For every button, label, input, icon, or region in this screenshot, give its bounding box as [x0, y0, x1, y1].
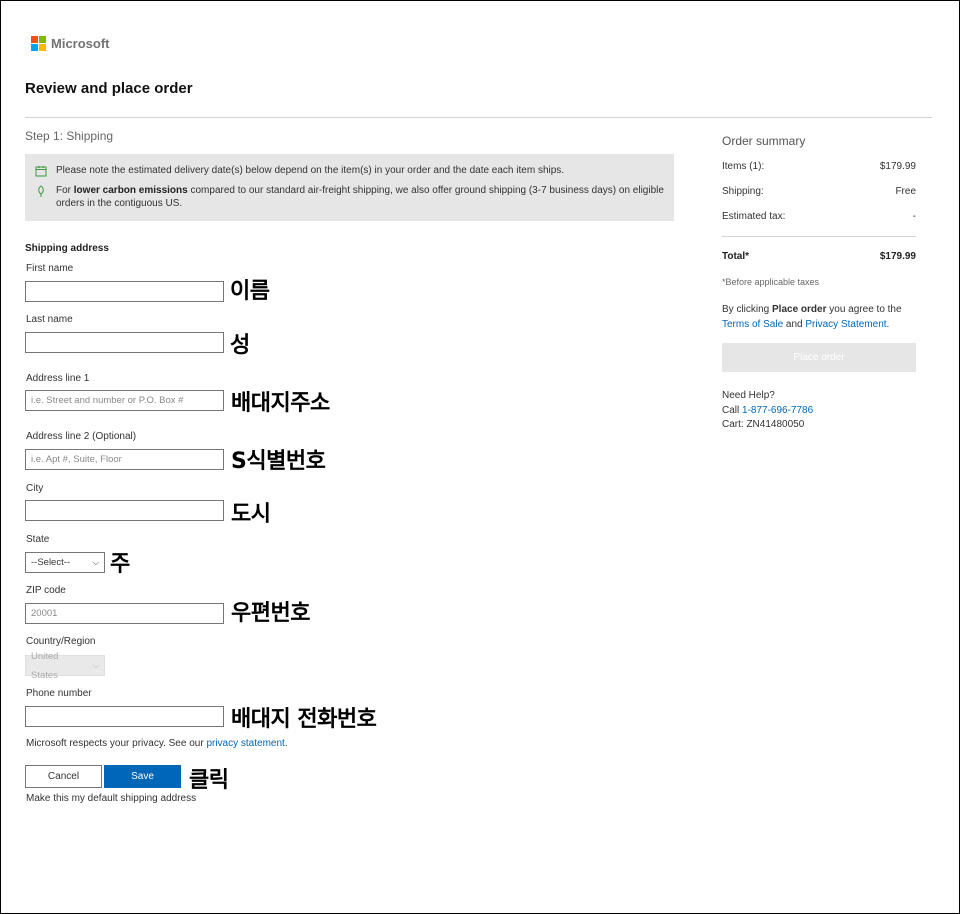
summary-privacy-statement-link[interactable]: Privacy Statement	[805, 319, 886, 330]
step-heading: Step 1: Shipping	[25, 129, 114, 143]
city-annotation: 도시	[231, 502, 271, 527]
summary-shipping-value: Free	[895, 186, 916, 197]
zip-code-label: ZIP code	[26, 585, 66, 596]
city-label: City	[26, 483, 44, 494]
summary-tax-value: -	[912, 211, 916, 222]
address-line-1-annotation: 배대지주소	[231, 391, 330, 416]
agree-prefix: By clicking	[722, 304, 773, 315]
state-select[interactable]: --Select-- ⌵	[25, 552, 105, 573]
chevron-down-icon: ⌵	[92, 558, 99, 567]
summary-items-row: Items (1): $179.99	[722, 161, 916, 172]
page-title: Review and place order	[25, 80, 193, 97]
last-name-annotation: 성	[230, 333, 250, 358]
microsoft-logo-icon	[31, 36, 46, 51]
summary-total-label: Total*	[722, 251, 750, 262]
privacy-notice-period: .	[284, 738, 288, 749]
shipping-address-heading: Shipping address	[25, 243, 109, 254]
phone-label: Phone number	[26, 688, 92, 699]
state-annotation: 주	[110, 552, 130, 577]
order-summary-title: Order summary	[722, 134, 806, 148]
address-line-1-input[interactable]: i.e. Street and number or P.O. Box #	[25, 390, 224, 411]
privacy-statement-link[interactable]: privacy statement	[206, 738, 284, 749]
notice-carbon-prefix: For	[56, 185, 74, 196]
summary-total-value: $179.99	[879, 251, 916, 262]
country-label: Country/Region	[26, 636, 96, 647]
address-line-2-input[interactable]: i.e. Apt #, Suite, Floor	[25, 449, 224, 470]
summary-items-value: $179.99	[879, 161, 916, 172]
tax-note: *Before applicable taxes	[722, 277, 820, 287]
last-name-input[interactable]	[25, 332, 224, 353]
summary-tax-row: Estimated tax: -	[722, 211, 916, 222]
agree-mid: you agree to the	[826, 304, 902, 315]
cart-label: Cart:	[722, 419, 744, 430]
chevron-down-icon: ⌵	[92, 661, 99, 670]
cart-line: Cart: ZN41480050	[722, 418, 813, 433]
last-name-label: Last name	[26, 314, 73, 325]
agree-period: .	[886, 319, 890, 330]
terms-of-sale-link[interactable]: Terms of Sale	[722, 319, 783, 330]
help-section: Need Help? Call 1-877-696-7786 Cart: ZN4…	[722, 389, 813, 433]
notice-line-carbon: For lower carbon emissions compared to o…	[35, 184, 664, 210]
call-line: Call 1-877-696-7786	[722, 404, 813, 419]
city-input[interactable]	[25, 500, 224, 521]
summary-shipping-row: Shipping: Free	[722, 186, 916, 197]
summary-divider	[722, 236, 916, 237]
address-line-2-label: Address line 2 (Optional)	[26, 431, 137, 442]
phone-annotation: 배대지 전화번호	[231, 707, 377, 732]
first-name-label: First name	[26, 263, 74, 274]
country-select: United States ⌵	[25, 651, 105, 681]
state-label: State	[26, 534, 50, 545]
first-name-annotation: 이름	[230, 279, 270, 304]
privacy-notice-text: Microsoft respects your privacy. See our	[26, 738, 207, 749]
notice-delivery-text: Please note the estimated delivery date(…	[56, 165, 565, 176]
place-order-button[interactable]: Place order	[722, 343, 916, 372]
country-select-value: United States	[31, 650, 59, 681]
privacy-notice: Microsoft respects your privacy. See our…	[26, 738, 288, 749]
shipping-notice: Please note the estimated delivery date(…	[25, 154, 674, 221]
header-divider	[25, 117, 932, 118]
state-select-value: --Select--	[31, 557, 71, 568]
save-annotation: 클릭	[189, 768, 229, 793]
call-label: Call	[722, 404, 740, 416]
summary-tax-label: Estimated tax:	[722, 211, 786, 222]
agree-bold: Place order	[772, 304, 827, 315]
notice-line-delivery: Please note the estimated delivery date(…	[35, 164, 664, 177]
calendar-icon	[35, 166, 47, 177]
zip-code-annotation: 우편번호	[231, 601, 310, 626]
zip-code-input[interactable]: 20001	[25, 603, 224, 624]
summary-items-label: Items (1):	[722, 161, 765, 172]
default-shipping-address-text: Make this my default shipping address	[26, 793, 197, 804]
agree-and: and	[785, 319, 803, 330]
cart-id: ZN41480050	[746, 419, 805, 430]
address-line-2-annotation: S식별번호	[231, 449, 326, 474]
notice-carbon-bold: lower carbon emissions	[73, 185, 188, 196]
notice-carbon-text: For lower carbon emissions compared to o…	[56, 184, 664, 210]
need-help-heading: Need Help?	[722, 390, 775, 401]
support-phone-link[interactable]: 1-877-696-7786	[742, 405, 813, 416]
phone-input[interactable]	[25, 706, 224, 727]
summary-shipping-label: Shipping:	[722, 186, 764, 197]
address-line-1-label: Address line 1	[26, 373, 90, 384]
summary-total-row: Total* $179.99	[722, 251, 916, 262]
cancel-button[interactable]: Cancel	[25, 765, 102, 788]
microsoft-logo[interactable]: Microsoft	[31, 36, 110, 51]
save-button[interactable]: Save	[104, 765, 181, 788]
first-name-input[interactable]	[25, 281, 224, 302]
logo-text: Microsoft	[51, 36, 110, 51]
terms-agreement: By clicking Place order you agree to the…	[722, 302, 922, 332]
leaf-pin-icon	[38, 185, 44, 197]
